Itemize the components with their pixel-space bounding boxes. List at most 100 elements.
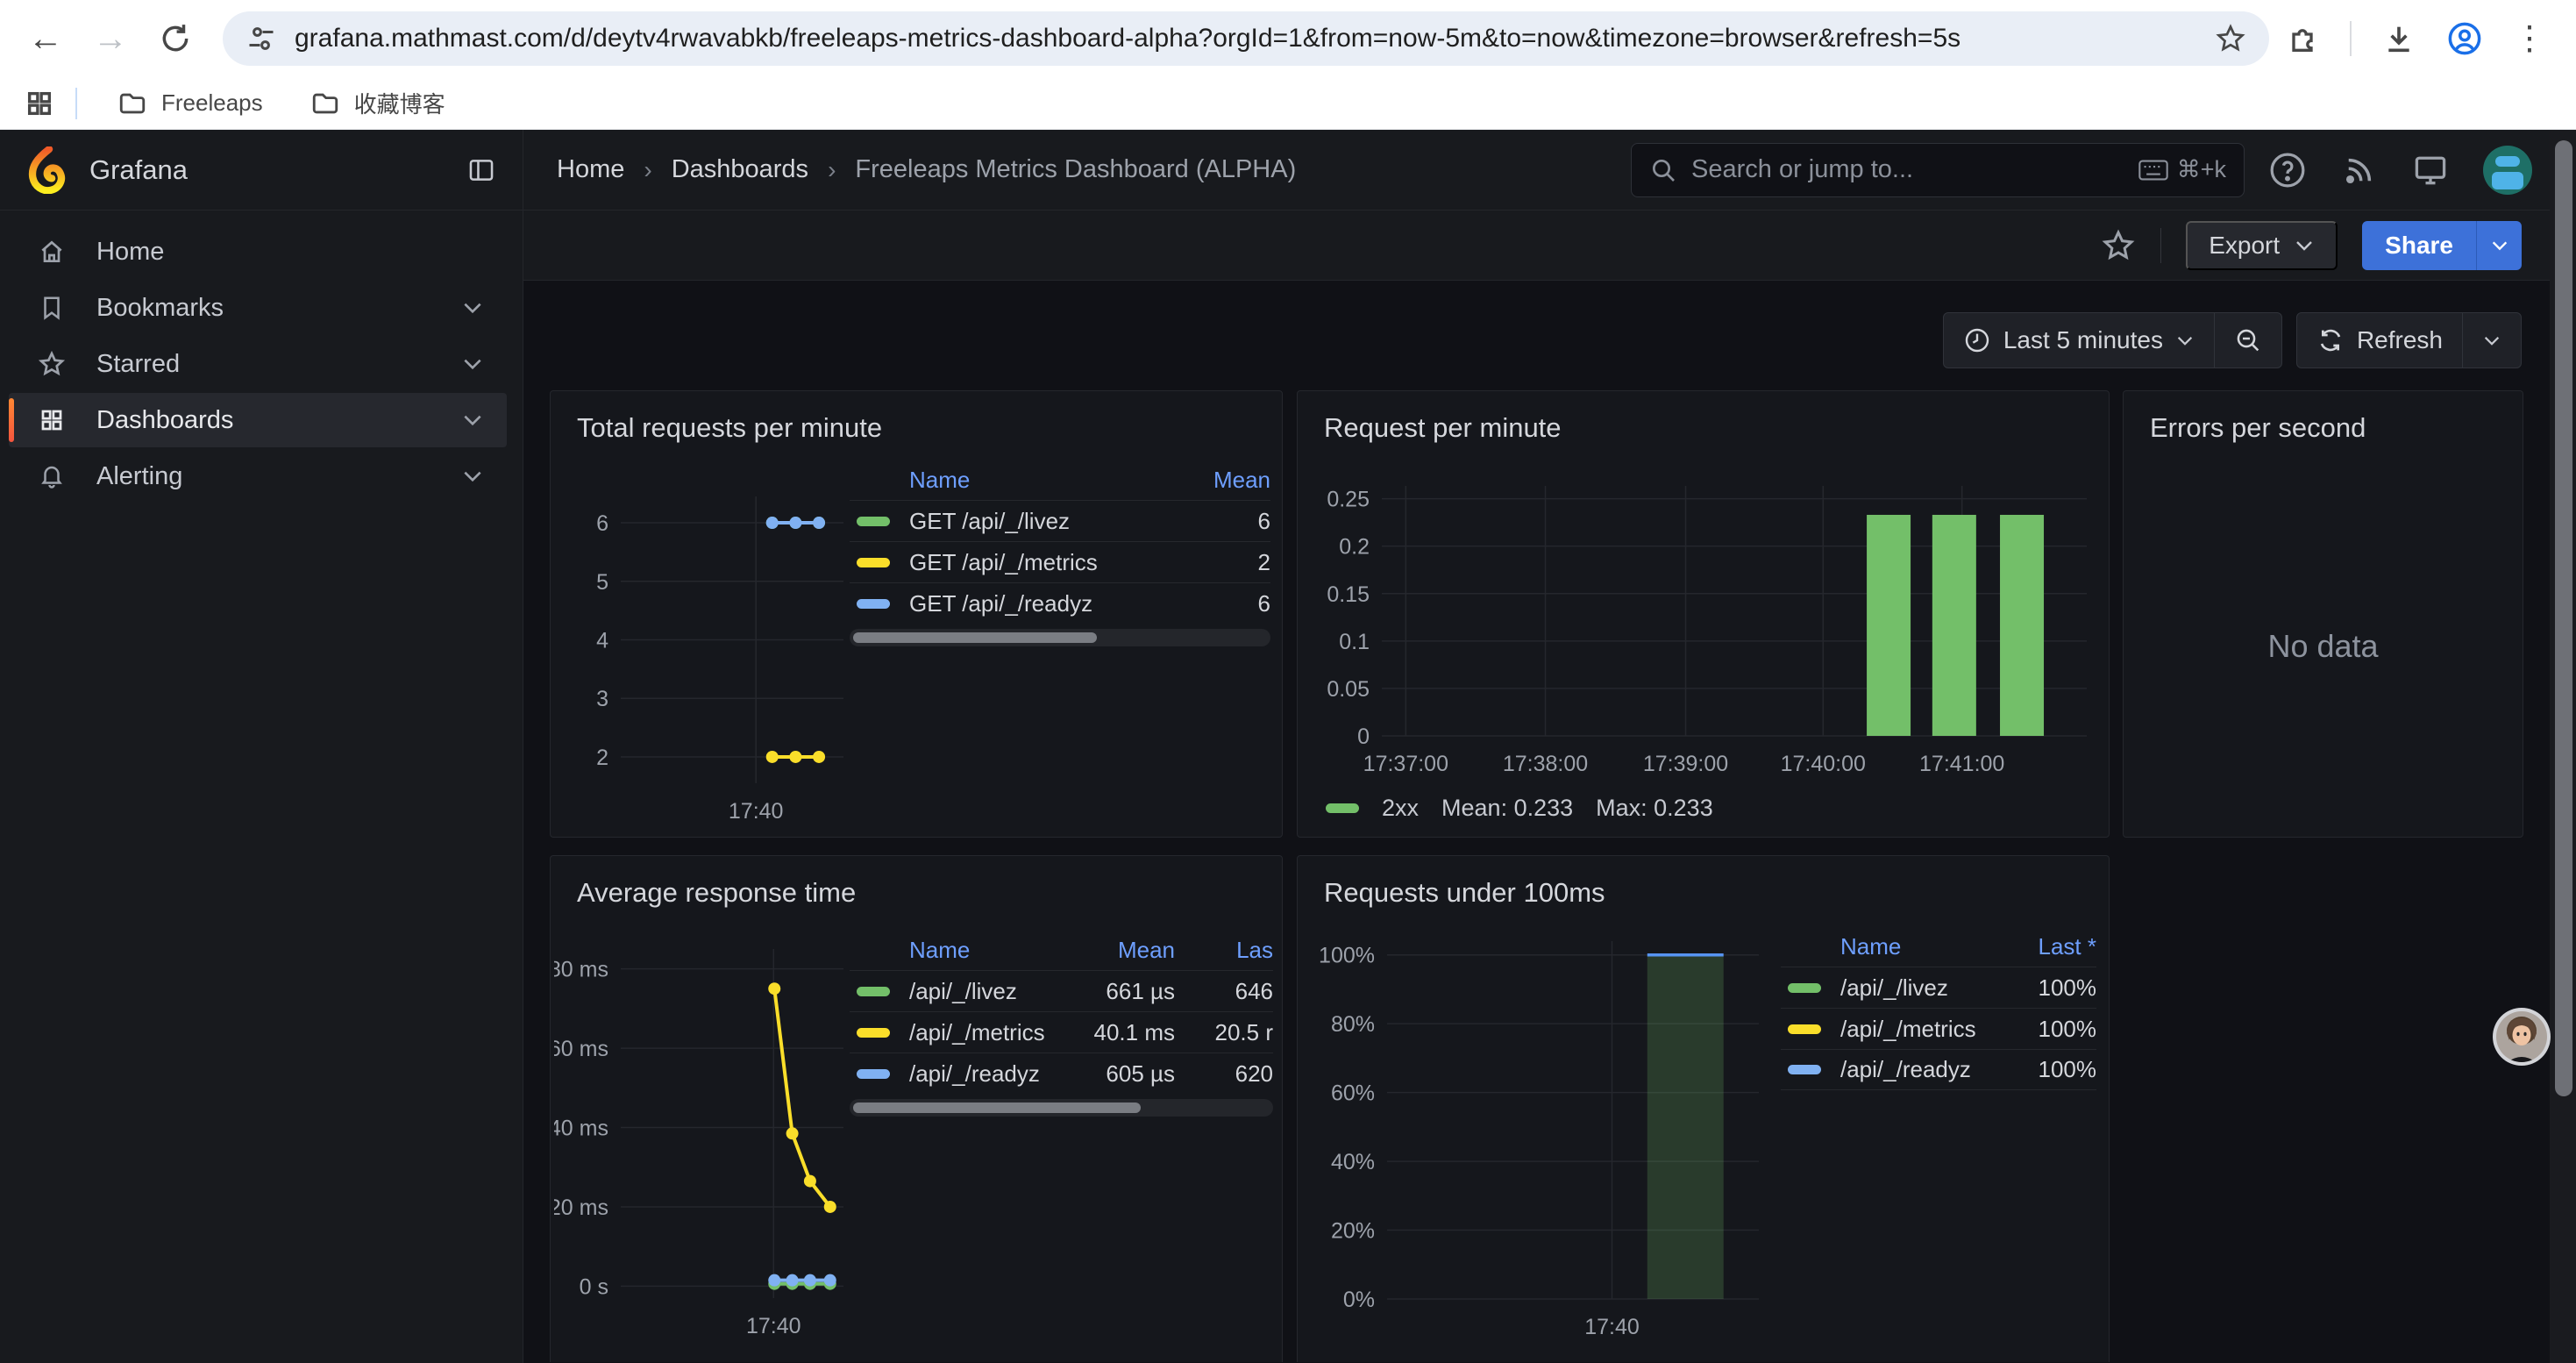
apps-grid-icon[interactable] xyxy=(25,89,54,118)
legend-col-mean[interactable]: Mean xyxy=(1165,467,1270,494)
time-range-picker[interactable]: Last 5 minutes xyxy=(1944,313,2214,368)
help-icon[interactable] xyxy=(2267,150,2308,190)
floating-assistant-avatar[interactable] xyxy=(2492,1007,2551,1067)
panel-title[interactable]: Errors per second xyxy=(2124,391,2523,444)
export-button[interactable]: Export xyxy=(2186,221,2338,270)
legend-row[interactable]: /api/_/livez 661 µs 646 xyxy=(850,970,1273,1011)
profile-icon[interactable] xyxy=(2446,20,2483,57)
refresh-interval-button[interactable] xyxy=(2462,313,2521,368)
sidebar-item-bookmarks[interactable]: Bookmarks xyxy=(9,281,507,335)
requests-under-100ms-area-chart[interactable]: 17:40100%80%60%40%20%0% xyxy=(1312,931,1768,1350)
refresh-group: Refresh xyxy=(2296,312,2522,368)
bookmark-folder-blogs[interactable]: 收藏博客 xyxy=(295,82,461,125)
browser-toolbar: ← → grafana.mathmast.com/d/deytv4rwavabk… xyxy=(0,0,2576,77)
sidebar-item-starred[interactable]: Starred xyxy=(9,337,507,391)
legend-col-last[interactable]: Last * xyxy=(1991,933,2096,960)
series-color-pill xyxy=(857,599,890,609)
legend-row[interactable]: /api/_/metrics 100% xyxy=(1781,1008,2096,1049)
page-scrollbar-thumb[interactable] xyxy=(2555,140,2572,1096)
total-requests-line-chart[interactable]: 17:4065432 xyxy=(554,475,849,834)
legend-scrollbar[interactable] xyxy=(850,629,1270,646)
panel-title[interactable]: Average response time xyxy=(551,856,1282,909)
share-menu-button[interactable] xyxy=(2476,221,2522,270)
grafana-sidebar: Grafana Home xyxy=(0,130,523,1363)
monitor-icon[interactable] xyxy=(2411,151,2450,189)
tune-icon[interactable] xyxy=(246,23,277,54)
panel-title[interactable]: Total requests per minute xyxy=(551,391,1282,444)
svg-text:20%: 20% xyxy=(1331,1219,1375,1244)
browser-reload-icon[interactable] xyxy=(153,16,198,61)
search-input[interactable]: Search or jump to... ⌘+k xyxy=(1631,143,2245,197)
svg-text:17:40: 17:40 xyxy=(729,799,784,824)
legend-row[interactable]: /api/_/metrics 40.1 ms 20.5 r xyxy=(850,1011,1273,1053)
panel-average-response-time: Average response time 17:4080 ms60 ms40 … xyxy=(550,855,1283,1362)
refresh-button[interactable]: Refresh xyxy=(2297,313,2462,368)
star-icon xyxy=(37,350,67,378)
legend-table: Name Last * /api/_/livez 100% /api/_/met… xyxy=(1781,926,2096,1090)
url-text[interactable]: grafana.mathmast.com/d/deytv4rwavabkb/fr… xyxy=(295,24,2201,54)
bookmark-folder-freeleaps[interactable]: Freeleaps xyxy=(102,83,279,124)
favorite-star-icon[interactable] xyxy=(2101,228,2136,263)
extensions-icon[interactable] xyxy=(2285,21,2320,56)
svg-text:0: 0 xyxy=(1357,724,1370,749)
browser-actions: ⋮ xyxy=(2285,20,2553,57)
sidebar-item-dashboards[interactable]: Dashboards xyxy=(9,393,507,447)
share-button[interactable]: Share xyxy=(2362,221,2476,270)
legend-row[interactable]: GET /api/_/readyz 6 xyxy=(850,582,1270,624)
panel-title[interactable]: Request per minute xyxy=(1298,391,2109,444)
legend-row[interactable]: /api/_/readyz 100% xyxy=(1781,1049,2096,1090)
svg-text:17:41:00: 17:41:00 xyxy=(1919,752,2004,776)
chevron-down-icon[interactable] xyxy=(461,357,484,371)
breadcrumb-dashboards[interactable]: Dashboards xyxy=(672,155,808,184)
svg-text:80 ms: 80 ms xyxy=(554,958,608,982)
breadcrumb-home[interactable]: Home xyxy=(557,155,624,184)
collapse-sidebar-icon[interactable] xyxy=(466,155,496,185)
legend-col-name[interactable]: Name xyxy=(909,467,970,494)
url-bar[interactable]: grafana.mathmast.com/d/deytv4rwavabkb/fr… xyxy=(223,11,2269,66)
svg-text:2: 2 xyxy=(596,746,608,770)
series-color-pill xyxy=(1326,803,1359,813)
user-avatar[interactable] xyxy=(2483,146,2532,195)
zoom-out-button[interactable] xyxy=(2214,313,2281,368)
legend-col-mean[interactable]: Mean xyxy=(1070,937,1175,964)
svg-text:100%: 100% xyxy=(1319,944,1375,968)
panel-title[interactable]: Requests under 100ms xyxy=(1298,856,2109,909)
legend-row[interactable]: GET /api/_/livez 6 xyxy=(850,500,1270,541)
grafana-logo[interactable] xyxy=(26,146,70,194)
dashboard-canvas: Last 5 minutes R xyxy=(523,281,2576,1362)
browser-back-icon[interactable]: ← xyxy=(23,16,68,61)
toolbar-divider xyxy=(2350,21,2352,56)
legend-col-name[interactable]: Name xyxy=(1840,933,1901,960)
svg-text:6: 6 xyxy=(596,511,608,536)
chevron-down-icon[interactable] xyxy=(461,301,484,315)
legend-row[interactable]: GET /api/_/metrics 2 xyxy=(850,541,1270,582)
time-range-group: Last 5 minutes xyxy=(1943,312,2282,368)
series-color-pill xyxy=(1788,1065,1821,1074)
dashboards-grid-icon xyxy=(37,407,67,433)
chevron-down-icon xyxy=(2294,239,2315,252)
legend-scrollbar[interactable] xyxy=(850,1099,1273,1117)
chevron-down-icon[interactable] xyxy=(461,469,484,483)
legend-col-last[interactable]: Las xyxy=(1175,937,1273,964)
legend-row[interactable]: /api/_/readyz 605 µs 620 xyxy=(850,1053,1273,1094)
svg-text:17:40: 17:40 xyxy=(746,1314,801,1338)
legend-col-name[interactable]: Name xyxy=(909,937,970,964)
browser-forward-icon[interactable]: → xyxy=(88,16,133,61)
avg-response-time-line-chart[interactable]: 17:4080 ms60 ms40 ms20 ms0 s xyxy=(554,933,849,1352)
zoom-out-icon xyxy=(2234,326,2262,354)
svg-text:17:40: 17:40 xyxy=(1584,1315,1640,1339)
news-rss-icon[interactable] xyxy=(2341,152,2378,189)
sidebar-item-alerting[interactable]: Alerting xyxy=(9,449,507,503)
sidebar-item-home[interactable]: Home xyxy=(9,225,507,279)
chevron-down-icon xyxy=(2482,335,2501,346)
legend-2xx[interactable]: 2xx Mean: 0.233 Max: 0.233 xyxy=(1326,795,1713,822)
legend-row[interactable]: /api/_/livez 100% xyxy=(1781,967,2096,1008)
svg-text:40%: 40% xyxy=(1331,1150,1375,1174)
downloads-icon[interactable] xyxy=(2381,21,2416,56)
request-per-minute-bar-chart[interactable]: 17:37:0017:38:0017:39:0017:40:0017:41:00… xyxy=(1306,470,2101,781)
browser-menu-icon[interactable]: ⋮ xyxy=(2513,22,2546,55)
bookmark-star-icon[interactable] xyxy=(2215,23,2246,54)
svg-text:0.2: 0.2 xyxy=(1339,535,1370,560)
chevron-down-icon[interactable] xyxy=(461,413,484,427)
svg-text:17:37:00: 17:37:00 xyxy=(1363,752,1448,776)
